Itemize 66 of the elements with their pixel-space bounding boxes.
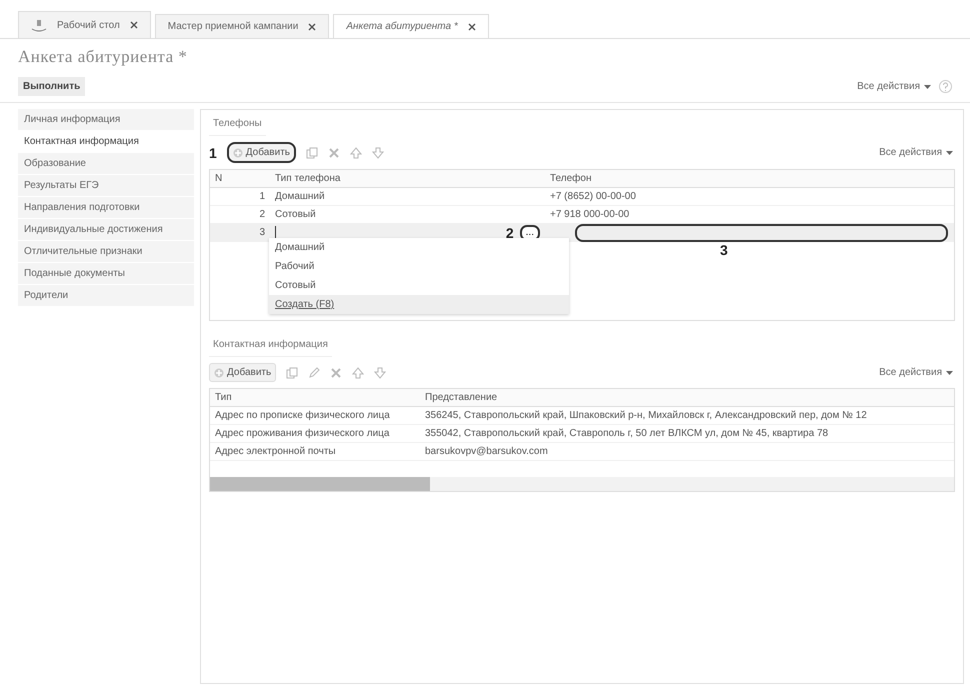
copy-icon[interactable] — [286, 366, 298, 378]
table-cell-text: Адрес проживания физического лица — [214, 428, 390, 439]
sidebar-item[interactable]: Поданные документы — [18, 263, 194, 285]
copy-icon[interactable] — [306, 146, 318, 158]
phone-input-field[interactable] — [575, 224, 948, 242]
plus-circle-icon — [232, 148, 243, 158]
all-actions-button[interactable]: Все действия — [877, 145, 955, 160]
sidebar-item[interactable]: Родители — [18, 285, 194, 307]
add-button[interactable]: Добавить — [209, 363, 276, 382]
table-cell-text: 1 — [258, 191, 266, 202]
table-cell-text: +7 (8652) 00-00-00 — [549, 191, 637, 202]
tab[interactable]: Мастер приемной кампании — [154, 14, 330, 38]
all-actions-button[interactable]: Все действия — [877, 365, 955, 380]
tab[interactable]: Анкета абитуриента * — [333, 14, 489, 38]
sidebar-item[interactable]: Направления подготовки — [18, 197, 194, 219]
scrollbar[interactable] — [210, 477, 954, 491]
dropdown-option[interactable]: Домашний — [269, 238, 569, 257]
sidebar-item[interactable]: Результаты ЕГЭ — [18, 175, 194, 197]
close-icon[interactable] — [130, 21, 138, 29]
add-button[interactable]: Добавить — [226, 142, 296, 163]
column-header: N — [214, 173, 224, 184]
caret-icon — [924, 84, 931, 88]
delete-icon[interactable] — [330, 366, 342, 378]
caret-icon — [946, 150, 953, 154]
delete-icon[interactable] — [328, 146, 340, 158]
create-link[interactable]: Создать (F8) — [269, 295, 569, 314]
sidebar-item[interactable]: Контактная информация — [18, 131, 194, 153]
down-arrow-icon[interactable] — [374, 366, 386, 378]
table-cell-text: 356245, Ставропольский край, Шпаковский р-н, Михайловск г, Александровский пер, дом № 12 — [424, 410, 868, 421]
help-icon[interactable] — [939, 80, 952, 93]
desk-icon — [31, 18, 47, 32]
group-title: Телефоны — [209, 116, 266, 136]
all-actions-button[interactable]: Все действия — [855, 79, 933, 94]
column-header: Представление — [424, 392, 498, 403]
dropdown-option[interactable]: Рабочий — [269, 257, 569, 276]
table-cell-text: 2 — [258, 209, 266, 220]
callout-number: 1 — [209, 144, 217, 160]
down-arrow-icon[interactable] — [372, 146, 384, 158]
sidebar-item[interactable]: Образование — [18, 153, 194, 175]
table-cell-text: Адрес электронной почты — [214, 446, 337, 457]
column-header: Тип телефона — [274, 173, 342, 184]
close-icon[interactable] — [468, 22, 476, 30]
pencil-icon[interactable] — [308, 366, 320, 378]
table-cell-text: Адрес по прописке физического лица — [214, 410, 391, 421]
table-cell-text: barsukovpv@barsukov.com — [424, 446, 549, 457]
up-arrow-icon[interactable] — [352, 366, 364, 378]
callout-number: 3 — [720, 242, 728, 258]
table-cell-text: +7 918 000-00-00 — [549, 209, 630, 220]
run-button[interactable]: Выполнить — [18, 77, 86, 96]
sidebar-item[interactable]: Индивидуальные достижения — [18, 219, 194, 241]
table-cell-text: Сотовый — [274, 209, 317, 220]
plus-circle-icon — [214, 368, 224, 378]
column-header: Тип — [214, 392, 233, 403]
dropdown-option[interactable]: Сотовый — [269, 276, 569, 295]
close-icon[interactable] — [308, 22, 316, 30]
tab[interactable]: Рабочий стол — [18, 11, 151, 38]
table-cell-text: Домашний — [274, 191, 326, 202]
table-cell-text: 355042, Ставропольский край, Ставрополь г, 50 лет ВЛКСМ ул, дом № 45, квартира 78 — [424, 428, 830, 439]
up-arrow-icon[interactable] — [350, 146, 362, 158]
sidebar-item[interactable]: Отличительные признаки — [18, 241, 194, 263]
form-title: Анкета абитуриента * — [17, 46, 188, 68]
column-header: Телефон — [549, 173, 592, 184]
group-title: Контактная информация — [209, 337, 332, 357]
callout-number: 2 — [506, 224, 514, 240]
table-cell-text: 3 — [258, 227, 266, 238]
caret-icon — [946, 370, 953, 374]
